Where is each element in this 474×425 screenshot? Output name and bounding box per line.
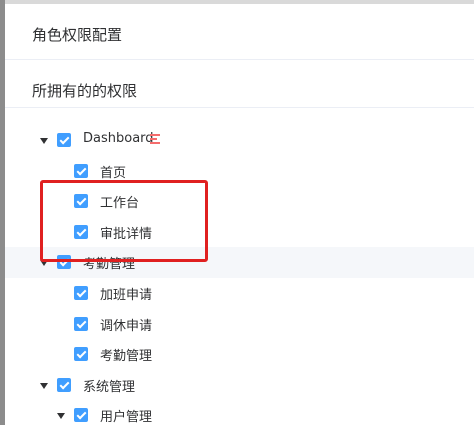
tree-node-leave-request[interactable]: 调休申请 [5, 309, 474, 340]
tree-node-label: 审批详情 [100, 226, 153, 242]
checkbox-approval-detail[interactable] [74, 224, 88, 239]
expand-caret-icon[interactable] [40, 260, 48, 267]
tree-node-attendance-manage[interactable]: 考勤管理 [5, 339, 474, 370]
tree-node-label: 加班申请 [100, 287, 153, 303]
permission-tree: Dashboard 首页 工作台 审批详情 考勤管理 加班申请 调休申请 考勤管… [5, 125, 474, 425]
tree-node-label: 工作台 [100, 196, 140, 212]
menu-icon [150, 134, 160, 144]
checkbox-dashboard[interactable] [57, 133, 71, 147]
tree-node-overtime-request[interactable]: 加班申请 [5, 278, 474, 309]
expand-caret-icon[interactable] [57, 413, 65, 420]
tree-node-label: 考勤管理 [83, 257, 136, 273]
expand-caret-icon[interactable] [40, 138, 48, 144]
checkbox-leave-request[interactable] [74, 316, 88, 331]
tree-node-approval-detail[interactable]: 审批详情 [5, 217, 474, 248]
expand-caret-icon[interactable] [40, 382, 48, 389]
dialog-header: 角色权限配置 [5, 4, 474, 60]
tree-node-user-manage[interactable]: 用户管理 [5, 400, 474, 425]
tree-node-label: Dashboard [83, 131, 154, 146]
section-header: 所拥有的的权限 [5, 60, 474, 108]
checkbox-system[interactable] [57, 377, 71, 392]
tree-node-label: 调休申请 [100, 318, 153, 334]
section-title: 所拥有的的权限 [32, 82, 138, 100]
checkbox-home[interactable] [74, 163, 88, 178]
tree-node-label: 用户管理 [100, 410, 153, 425]
tree-node-home[interactable]: 首页 [5, 156, 474, 187]
tree-node-system[interactable]: 系统管理 [5, 370, 474, 401]
checkbox-attendance-manage[interactable] [74, 347, 88, 362]
tree-node-dashboard[interactable]: Dashboard [5, 125, 474, 156]
dialog-title: 角色权限配置 [32, 26, 123, 44]
tree-node-attendance[interactable]: 考勤管理 [5, 247, 474, 278]
checkbox-user-manage[interactable] [74, 408, 88, 423]
tree-node-workbench[interactable]: 工作台 [5, 186, 474, 217]
tree-node-label: 系统管理 [83, 379, 136, 395]
tree-node-label: 首页 [100, 165, 127, 181]
tree-node-label: 考勤管理 [100, 349, 153, 365]
checkbox-attendance[interactable] [57, 255, 71, 270]
checkbox-overtime-request[interactable] [74, 285, 88, 300]
checkbox-workbench[interactable] [74, 194, 88, 209]
